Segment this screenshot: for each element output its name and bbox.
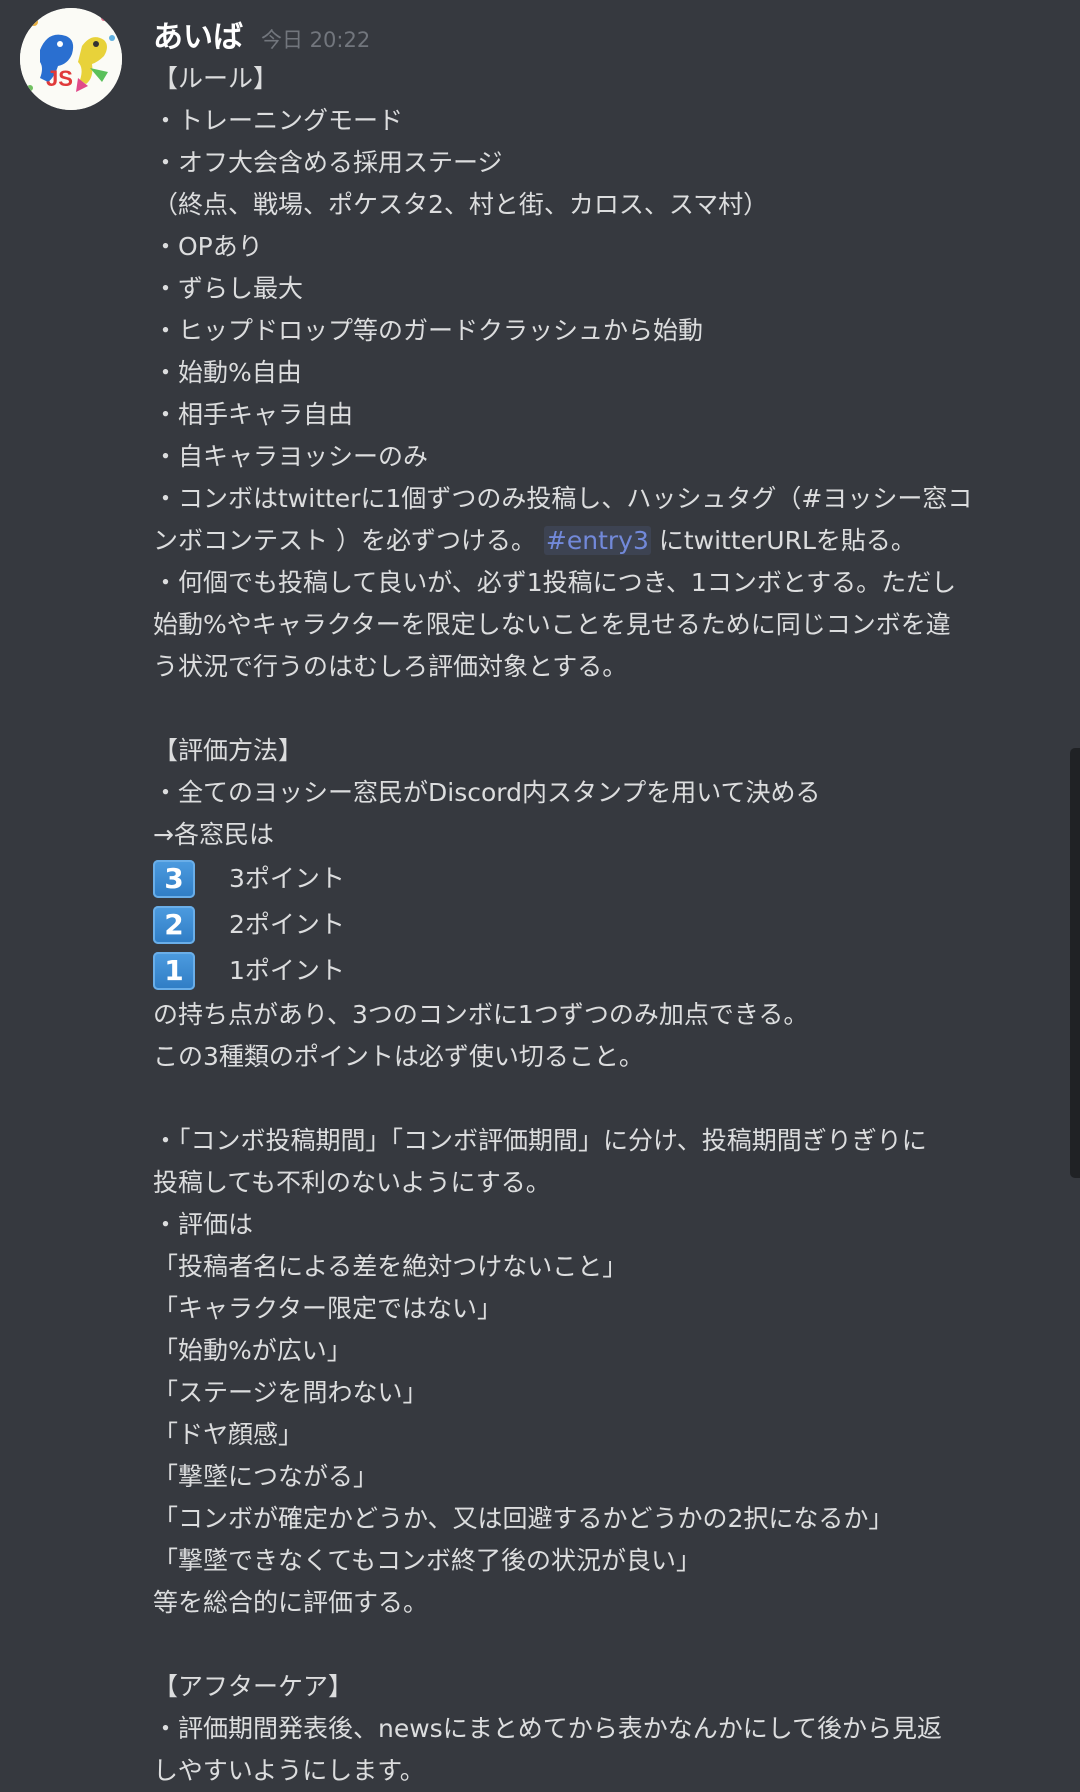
message-line: ・何個でも投稿して良いが、必ず1投稿につき、1コンボとする。ただし bbox=[153, 568, 957, 597]
text-segment: にtwitterURLを貼る。 bbox=[658, 526, 916, 555]
message-line: 「キャラクター限定ではない」 bbox=[153, 1294, 503, 1323]
message-line: ・ずらし最大 bbox=[153, 274, 304, 303]
message-line: ンボコンテスト ）を必ずつける。 #entry3 にtwitterURLを貼る。 bbox=[153, 520, 1053, 562]
message-line: 「ドヤ顔感」 bbox=[153, 1420, 304, 1449]
message-line: ・評価期間発表後、newsにまとめてから表かなんかにして後から見返 bbox=[153, 1714, 942, 1743]
message-line: の持ち点があり、3つのコンボに1つずつのみ加点できる。 bbox=[153, 1000, 809, 1029]
message-content: 【ルール】 ・トレーニングモード ・オフ大会含める採用ステージ （終点、戦場、ポ… bbox=[153, 58, 1053, 1792]
message-header: あいば 今日 20:22 bbox=[153, 12, 371, 55]
point-label: 3ポイント bbox=[229, 864, 345, 893]
point-item: 3 3ポイント bbox=[153, 856, 1053, 902]
point-label: 1ポイント bbox=[229, 956, 345, 985]
message-line: 「投稿者名による差を絶対つけないこと」 bbox=[153, 1252, 628, 1281]
message-line: （終点、戦場、ポケスタ2、村と街、カロス、スマ村） bbox=[153, 190, 769, 219]
message-line: 【アフターケア】 bbox=[153, 1672, 354, 1701]
message-line: 【ルール】 bbox=[153, 64, 279, 93]
keycap-3-emoji: 3 bbox=[153, 860, 195, 898]
message-line: ・相手キャラ自由 bbox=[153, 400, 354, 429]
message-line: 「撃墜につながる」 bbox=[153, 1462, 379, 1491]
message-line: 始動%やキャラクターを限定しないことを見せるために同じコンボを違 bbox=[153, 610, 951, 639]
message-line: しやすいようにします。 bbox=[153, 1756, 425, 1785]
message-line: ・「コンボ投稿期間」「コンボ評価期間」に分け、投稿期間ぎりぎりに bbox=[153, 1126, 927, 1155]
message-line: ・自キャラヨッシーのみ bbox=[153, 442, 429, 471]
message-line: 「ステージを問わない」 bbox=[153, 1378, 428, 1407]
message-line: ・全てのヨッシー窓民がDiscord内スタンプを用いて決める bbox=[153, 778, 821, 807]
message-line: ・OPあり bbox=[153, 232, 263, 261]
point-label: 2ポイント bbox=[229, 910, 345, 939]
point-item: 2 2ポイント bbox=[153, 902, 1053, 948]
message-line: う状況で行うのはむしろ評価対象とする。 bbox=[153, 652, 628, 681]
message-line: 投稿しても不利のないようにする。 bbox=[153, 1168, 551, 1197]
message-line: この3種類のポイントは必ず使い切ること。 bbox=[153, 1042, 644, 1071]
keycap-2-emoji: 2 bbox=[153, 906, 195, 944]
message-line: 等を総合的に評価する。 bbox=[153, 1588, 429, 1617]
message-line: 「撃墜できなくてもコンボ終了後の状況が良い」 bbox=[153, 1546, 702, 1575]
message-line: 「コンボが確定かどうか、又は回避するかどうかの2択になるか」 bbox=[153, 1504, 894, 1533]
message-line: 【評価方法】 bbox=[153, 736, 304, 765]
svg-text:JS: JS bbox=[46, 66, 73, 91]
text-segment: ンボコンテスト ）を必ずつける。 bbox=[153, 526, 536, 555]
message-line: 「始動%が広い」 bbox=[153, 1336, 352, 1365]
point-item: 1 1ポイント bbox=[153, 948, 1053, 994]
channel-mention[interactable]: #entry3 bbox=[543, 526, 651, 555]
message-line: ・オフ大会含める採用ステージ bbox=[153, 148, 503, 177]
username[interactable]: あいば bbox=[153, 12, 243, 56]
keycap-1-emoji: 1 bbox=[153, 952, 195, 990]
scrollbar-thumb[interactable] bbox=[1070, 748, 1080, 1178]
timestamp: 今日 20:22 bbox=[261, 28, 371, 52]
chat-message: JS あいば 今日 20:22 【ルール】 ・トレーニングモード ・オフ大会含め… bbox=[0, 0, 1080, 1785]
message-line: ・ヒップドロップ等のガードクラッシュから始動 bbox=[153, 316, 704, 345]
message-line: ・コンボはtwitterに1個ずつのみ投稿し、ハッシュタグ（#ヨッシー窓コ bbox=[153, 484, 973, 513]
message-line: ・トレーニングモード bbox=[153, 106, 404, 135]
message-line: →各窓民は bbox=[153, 820, 274, 849]
message-line: ・評価は bbox=[153, 1210, 254, 1239]
message-line: ・始動%自由 bbox=[153, 358, 302, 387]
user-avatar[interactable]: JS bbox=[20, 8, 122, 110]
